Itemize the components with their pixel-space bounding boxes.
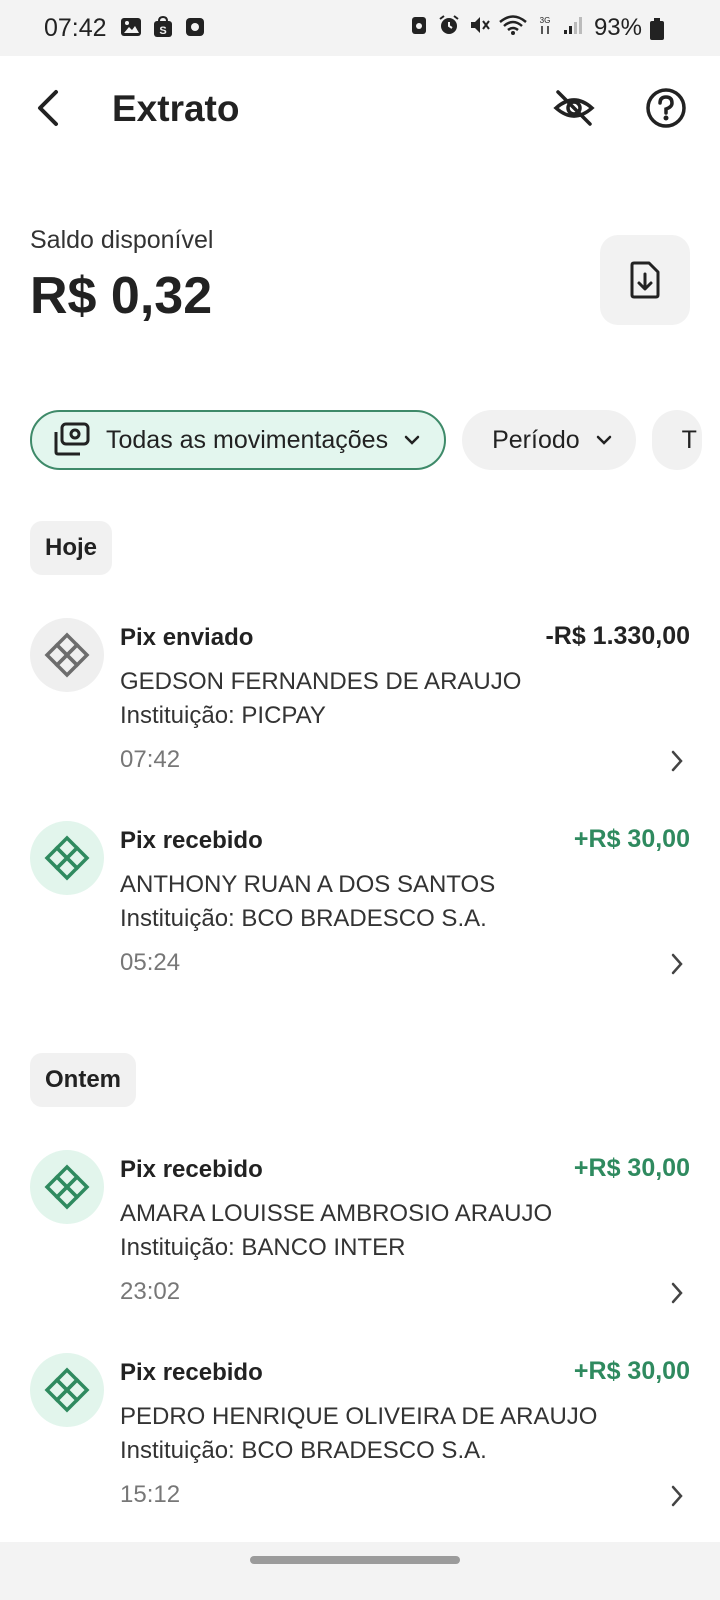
filter-period-label: Período [492, 425, 580, 454]
mute-icon [471, 17, 490, 33]
svg-text:3G: 3G [540, 16, 551, 25]
date-group-label: Hoje [30, 521, 113, 575]
pix-icon [44, 1367, 90, 1413]
transaction-item[interactable]: Pix enviado -R$ 1.330,00 GEDSON FERNANDE… [30, 608, 690, 778]
transaction-item[interactable]: Pix recebido +R$ 30,00 AMARA LOUISSE AMB… [30, 1140, 690, 1310]
transaction-avatar [30, 821, 104, 895]
date-group-label: Ontem [30, 1053, 137, 1107]
transactions-icon [54, 422, 90, 456]
transaction-avatar [30, 618, 104, 692]
signal-icon [564, 17, 582, 34]
file-download-icon [630, 261, 660, 299]
battery-percentage: 93% [593, 14, 642, 41]
alarm-icon [439, 15, 459, 34]
transaction-amount: -R$ 1.330,00 [545, 622, 690, 650]
transaction-name: AMARA LOUISSE AMBROSIO ARAUJO [120, 1200, 553, 1227]
app-header: Extrato [0, 56, 720, 166]
pix-icon [44, 835, 90, 881]
chevron-right-icon [671, 953, 683, 975]
transaction-name: ANTHONY RUAN A DOS SANTOS [120, 871, 496, 898]
wifi-icon [499, 15, 527, 35]
transaction-time: 15:12 [120, 1481, 181, 1508]
image-icon [121, 18, 141, 36]
help-button[interactable] [644, 86, 688, 130]
svg-text:S: S [159, 25, 166, 37]
chevron-down-icon [596, 435, 611, 445]
transaction-name: GEDSON FERNANDES DE ARAUJO [120, 668, 522, 695]
transaction-institution: Instituição: BCO BRADESCO S.A. [120, 905, 487, 932]
filter-all-movements[interactable]: Todas as movimentações [30, 410, 447, 470]
transaction-avatar [30, 1150, 104, 1224]
filter-period[interactable]: Período [462, 410, 636, 470]
chevron-right-icon [671, 1282, 683, 1304]
pix-icon [44, 632, 90, 678]
status-bar: 07:42 S 3G 93% [0, 0, 720, 56]
navigation-bar [0, 1542, 720, 1600]
hide-balance-button[interactable] [550, 84, 598, 132]
transaction-type: Pix recebido [120, 827, 263, 854]
filter-more[interactable]: T [651, 410, 702, 470]
chevron-right-icon [671, 750, 683, 772]
3g-icon: 3G [540, 16, 551, 34]
transaction-amount: +R$ 30,00 [573, 825, 690, 853]
transaction-item[interactable]: Pix recebido +R$ 30,00 PEDRO HENRIQUE OL… [30, 1343, 690, 1513]
pix-icon [44, 1164, 90, 1210]
chevron-down-icon [404, 435, 420, 445]
page-title: Extrato [112, 88, 240, 129]
status-notification-icons: S [120, 16, 206, 38]
download-statement-button[interactable] [600, 235, 690, 325]
status-time: 07:42 [44, 14, 107, 42]
transaction-time: 23:02 [120, 1278, 181, 1305]
transaction-type: Pix recebido [120, 1359, 263, 1386]
transaction-name: PEDRO HENRIQUE OLIVEIRA DE ARAUJO [120, 1403, 598, 1430]
transaction-time: 07:42 [120, 746, 181, 773]
transaction-type: Pix enviado [120, 624, 254, 651]
transaction-amount: +R$ 30,00 [573, 1154, 690, 1182]
transaction-institution: Instituição: PICPAY [120, 702, 326, 729]
balance-label: Saldo disponível [30, 226, 214, 254]
transaction-time: 05:24 [120, 949, 181, 976]
transaction-avatar [30, 1353, 104, 1427]
balance-value: R$ 0,32 [30, 267, 213, 325]
transaction-item[interactable]: Pix recebido +R$ 30,00 ANTHONY RUAN A DO… [30, 811, 690, 981]
filter-chips: Todas as movimentações Período T [30, 410, 702, 470]
battery-icon [650, 18, 664, 40]
recycle-icon [412, 17, 426, 34]
back-button[interactable] [30, 86, 70, 130]
transaction-institution: Instituição: BANCO INTER [120, 1234, 406, 1261]
record-icon [186, 18, 204, 36]
home-indicator[interactable] [250, 1556, 460, 1564]
filter-more-label: T [681, 425, 697, 454]
transaction-institution: Instituição: BCO BRADESCO S.A. [120, 1437, 487, 1464]
shop-icon: S [154, 16, 172, 37]
filter-all-label: Todas as movimentações [106, 425, 389, 454]
transaction-type: Pix recebido [120, 1156, 263, 1183]
status-system-icons: 3G [408, 14, 584, 36]
chevron-right-icon [671, 1485, 683, 1507]
transaction-amount: +R$ 30,00 [573, 1357, 690, 1385]
